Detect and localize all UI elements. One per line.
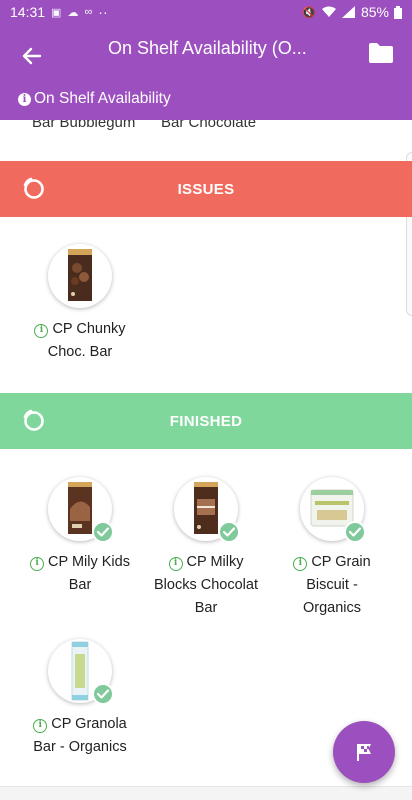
spinner-icon [23,177,44,199]
page-title: On Shelf Availability (O... [108,38,307,58]
chocolate-bar-image [68,249,92,301]
issues-label: ISSUES [177,180,235,198]
completed-badge [344,521,366,543]
info-icon[interactable]: i [30,556,45,571]
back-arrow-icon [22,47,42,65]
signal-icon [341,6,355,18]
info-icon: i [18,92,31,106]
info-icon[interactable]: i [168,556,183,571]
folder-button[interactable] [368,42,396,66]
product-name: i CP Mily Kids Bar [16,551,144,597]
spinner-icon [23,409,44,431]
folder-icon [369,43,393,63]
product-item[interactable]: i CP Chunky Choc. Bar [16,244,144,364]
app-bar: On Shelf Availability (O... i On Shelf A… [0,24,412,120]
check-icon [97,527,109,537]
check-icon [223,527,235,537]
status-time: 14:31 [10,4,46,20]
product-thumbnail [48,244,112,308]
wifi-icon [321,6,336,17]
completed-badge [218,521,240,543]
previous-item-label: Bar Chocolate [161,120,257,131]
finish-fab-button[interactable] [333,721,395,783]
list-bottom-edge [0,786,412,800]
subtitle: i On Shelf Availability [18,90,171,108]
previous-row: Bar Bubblegum Bar Chocolate [0,120,412,134]
product-name: i CP Granola Bar - Organics [33,716,127,755]
issues-section-header[interactable]: ISSUES [0,161,412,217]
status-bar: 14:31 ▣ ☁ ∞ ·· 🔇 85% [0,0,412,24]
mute-icon: 🔇 [302,6,316,19]
battery-icon [394,5,402,19]
product-thumbnail [48,477,114,543]
product-name: i CP Grain Biscuit - Organics [268,551,396,620]
product-item[interactable]: i CP Milky Blocks Chocolat Bar [142,477,270,620]
voicemail-icon: ∞ [84,6,93,18]
weather-icon: ☁ [67,6,79,19]
flag-icon [357,744,371,761]
product-name: i CP Milky Blocks Chocolat Bar [154,554,258,616]
product-thumbnail [300,477,366,543]
finished-section-header[interactable]: FINISHED [0,393,412,449]
completed-badge [92,521,114,543]
info-icon[interactable]: i [34,323,49,338]
battery-percent: 85% [360,4,389,20]
status-dots: ·· [98,4,108,20]
product-name: i CP Chunky Choc. Bar [16,318,144,364]
check-icon [349,527,361,537]
product-item[interactable]: i CP Mily Kids Bar [16,477,144,597]
finished-label: FINISHED [169,412,243,430]
subtitle-text: On Shelf Availability [34,90,171,107]
gallery-icon: ▣ [51,6,62,19]
product-thumbnail [174,477,240,543]
back-button[interactable] [14,38,50,74]
completed-badge [92,683,114,705]
product-item[interactable]: i CP Granola Bar - Organics [16,639,144,759]
info-icon[interactable]: i [33,718,48,733]
previous-item-label: Bar Bubblegum [32,120,136,131]
product-item[interactable]: i CP Grain Biscuit - Organics [268,477,396,620]
check-icon [97,689,109,699]
product-thumbnail [48,639,114,705]
info-icon[interactable]: i [293,556,308,571]
